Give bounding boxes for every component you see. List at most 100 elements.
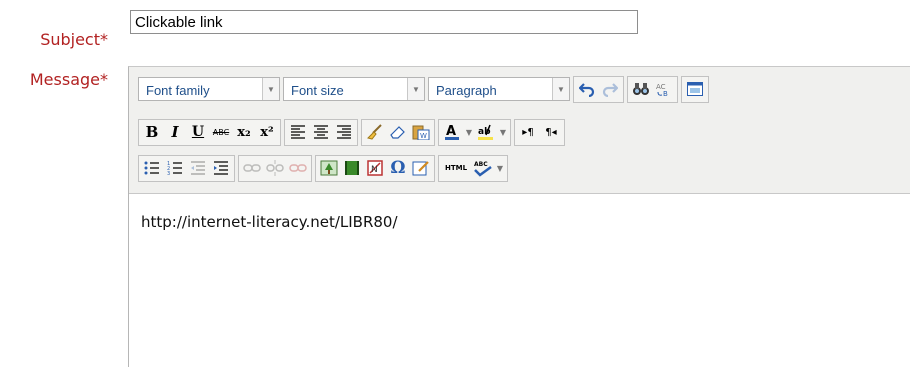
clipboard-group: W	[361, 118, 435, 146]
outdent-icon	[191, 161, 205, 175]
align-center-button[interactable]	[310, 121, 332, 143]
strikethrough-button[interactable]: ABC	[210, 121, 232, 143]
text-style-group: B I U ABC x₂ x²	[138, 118, 281, 146]
format-select[interactable]: Paragraph ▼	[428, 77, 570, 101]
chevron-down-icon[interactable]: ▼	[464, 121, 474, 143]
window-icon	[687, 82, 703, 96]
cleanup-button[interactable]	[364, 121, 386, 143]
film-icon	[345, 161, 359, 175]
paste-word-icon: W	[412, 125, 430, 140]
spellcheck-button[interactable]: ABC	[472, 157, 494, 179]
direction-group: ▸¶ ¶◂	[514, 118, 565, 146]
highlight-color-button[interactable]: ab	[475, 121, 497, 143]
replace-icon: ACB	[656, 83, 668, 97]
link-icon	[243, 164, 261, 172]
find-button[interactable]	[630, 78, 652, 100]
redo-icon	[602, 83, 618, 97]
bullet-list-icon	[144, 161, 159, 175]
subject-input[interactable]	[130, 10, 638, 34]
insert-nolink-button[interactable]: N	[364, 157, 386, 179]
font-family-value: Font family	[146, 83, 210, 98]
highlight-icon: ab	[478, 124, 493, 140]
remove-format-button[interactable]	[387, 121, 409, 143]
subject-label-text: Subject	[40, 30, 100, 49]
insert-group: N Ω	[315, 154, 435, 182]
broom-icon	[367, 124, 382, 140]
align-left-button[interactable]	[287, 121, 309, 143]
fullscreen-button[interactable]	[684, 78, 706, 100]
message-label: Message*	[30, 70, 108, 89]
font-size-select[interactable]: Font size ▼	[283, 77, 425, 101]
indent-button[interactable]	[210, 157, 232, 179]
paste-word-button[interactable]: W	[410, 121, 432, 143]
undo-button[interactable]	[576, 78, 598, 100]
nolink-icon: N	[367, 160, 383, 176]
link-group	[238, 154, 312, 182]
insert-media-button[interactable]	[341, 157, 363, 179]
alignment-group	[284, 118, 358, 146]
toolbar-row-1: Font family ▼ Font size ▼ Paragraph ▼ AC…	[138, 75, 709, 103]
color-group: A ▼ ab ▼	[438, 118, 511, 146]
find-replace-group: AC B	[627, 75, 678, 103]
ltr-button[interactable]: ▸¶	[517, 121, 539, 143]
align-right-icon	[337, 125, 351, 139]
undo-icon	[579, 83, 595, 97]
format-value: Paragraph	[436, 83, 497, 98]
redo-button[interactable]	[599, 78, 621, 100]
text-color-icon: A	[445, 124, 459, 140]
image-icon	[320, 160, 338, 176]
svg-text:B: B	[663, 90, 668, 97]
special-char-button[interactable]: Ω	[387, 157, 409, 179]
italic-button[interactable]: I	[164, 121, 186, 143]
eraser-icon	[390, 126, 405, 139]
numbered-list-button[interactable]: 123	[164, 157, 186, 179]
rtl-button[interactable]: ¶◂	[540, 121, 562, 143]
replace-button[interactable]: AC B	[653, 78, 675, 100]
fullscreen-group	[681, 75, 709, 103]
required-asterisk: *	[100, 30, 108, 49]
svg-text:ABC: ABC	[474, 161, 488, 168]
code-group: HTML ABC ▼	[438, 154, 508, 182]
spellcheck-icon: ABC	[474, 161, 492, 177]
toolbar-row-2: B I U ABC x₂ x² W A ▼ ab ▼ ▸¶ ¶◂	[138, 118, 565, 146]
bold-button[interactable]: B	[141, 121, 163, 143]
font-family-select[interactable]: Font family ▼	[138, 77, 280, 101]
svg-text:N: N	[371, 165, 378, 175]
chevron-down-icon: ▼	[262, 78, 279, 100]
unlink-icon	[266, 160, 284, 176]
chevron-down-icon: ▼	[407, 78, 424, 100]
list-group: 123	[138, 154, 235, 182]
outdent-button[interactable]	[187, 157, 209, 179]
font-size-value: Font size	[291, 83, 344, 98]
bullet-list-button[interactable]	[141, 157, 163, 179]
svg-text:W: W	[420, 132, 427, 140]
editor-toolbar: Font family ▼ Font size ▼ Paragraph ▼ AC…	[129, 67, 910, 194]
editor-content[interactable]: http://internet-literacy.net/LIBR80/	[141, 213, 398, 231]
chevron-down-icon[interactable]: ▼	[498, 121, 508, 143]
text-color-button[interactable]: A	[441, 121, 463, 143]
subject-label: Subject*	[40, 30, 108, 49]
chevron-down-icon[interactable]: ▼	[495, 157, 505, 179]
edit-button[interactable]	[410, 157, 432, 179]
underline-button[interactable]: U	[187, 121, 209, 143]
anchor-button[interactable]	[287, 157, 309, 179]
toolbar-row-3: 123 N Ω HTML ABC ▼	[138, 154, 508, 182]
svg-text:A: A	[446, 124, 456, 139]
binoculars-icon	[633, 83, 649, 95]
anchor-icon	[289, 164, 307, 172]
chevron-down-icon: ▼	[552, 78, 569, 100]
insert-image-button[interactable]	[318, 157, 340, 179]
numbered-list-icon: 123	[167, 161, 182, 175]
subscript-button[interactable]: x₂	[233, 121, 255, 143]
html-source-button[interactable]: HTML	[441, 157, 471, 179]
indent-icon	[214, 161, 228, 175]
unlink-button[interactable]	[264, 157, 286, 179]
rich-text-editor: Font family ▼ Font size ▼ Paragraph ▼ AC…	[128, 66, 910, 367]
svg-text:3: 3	[167, 171, 170, 175]
link-button[interactable]	[241, 157, 263, 179]
align-right-button[interactable]	[333, 121, 355, 143]
align-center-icon	[314, 125, 328, 139]
undo-redo-group	[573, 75, 624, 103]
align-left-icon	[291, 125, 305, 139]
superscript-button[interactable]: x²	[256, 121, 278, 143]
